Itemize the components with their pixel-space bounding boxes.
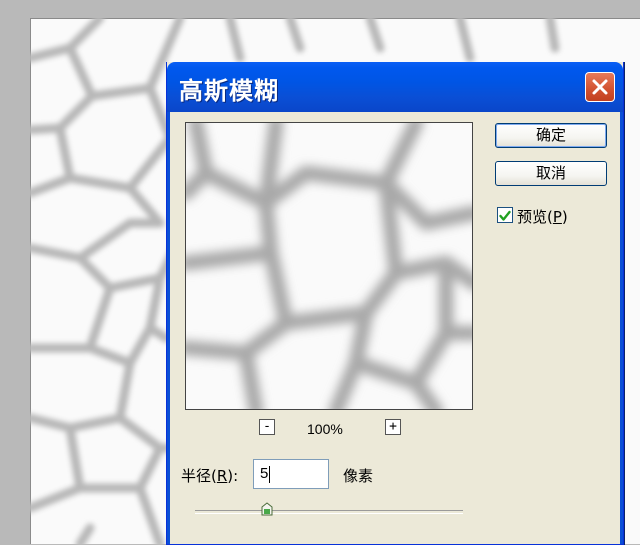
preview-label: 预览(P) <box>517 208 568 226</box>
zoom-in-button[interactable]: + <box>385 419 401 435</box>
preview-image <box>186 123 472 409</box>
radius-slider-track[interactable] <box>195 510 463 514</box>
close-button[interactable] <box>585 72 615 102</box>
radius-input[interactable]: 5 <box>253 459 329 489</box>
zoom-out-button[interactable]: - <box>259 419 275 435</box>
checkmark-icon <box>499 210 511 221</box>
radius-label: 半径(R): <box>181 467 239 485</box>
radius-slider-thumb[interactable] <box>261 502 273 516</box>
close-icon <box>592 79 608 95</box>
preview-checkbox[interactable] <box>497 207 513 223</box>
preview-pane[interactable] <box>185 122 473 410</box>
zoom-level: 100% <box>307 421 343 437</box>
dialog-title: 高斯模糊 <box>179 77 279 105</box>
gaussian-blur-dialog: 高斯模糊 - 100% + 确定 取消 预览(P) 半径(R): 5 像素 <box>166 62 624 545</box>
ok-button[interactable]: 确定 <box>495 123 607 148</box>
radius-unit-label: 像素 <box>343 467 374 485</box>
cancel-button[interactable]: 取消 <box>495 161 607 186</box>
title-bar[interactable]: 高斯模糊 <box>167 62 623 112</box>
